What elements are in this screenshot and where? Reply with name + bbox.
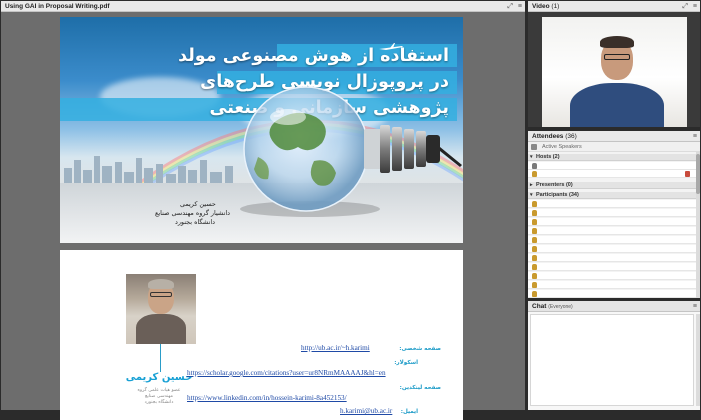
attendees-count: (36) xyxy=(565,133,577,140)
list-item[interactable] xyxy=(528,281,696,289)
participant-icon xyxy=(532,210,537,216)
attendees-pod-header: Attendees (36) ≡ xyxy=(528,131,700,142)
email-link[interactable]: h.karimi@ub.ac.ir xyxy=(340,407,392,415)
participant-icon xyxy=(532,201,537,207)
fullscreen-icon[interactable]: ⤢ xyxy=(682,2,688,11)
list-item[interactable] xyxy=(528,170,696,178)
chat-pod-header: Chat (Everyone) ≡ xyxy=(528,301,700,312)
author-info-slide: حسین کریمی عضو هیات علمی گروه مهندسی صنا… xyxy=(60,250,463,420)
list-item[interactable] xyxy=(528,245,696,253)
document-viewer[interactable]: استفاده از هوش مصنوعی مولد در پروپوزال ن… xyxy=(1,12,525,420)
video-count: (1) xyxy=(551,3,560,10)
share-pod-header: Using GAI in Proposal Writing.pdf ⤢ ≡ xyxy=(1,1,525,12)
profile-subtitle-line: دانشگاه بجنورد xyxy=(144,400,174,405)
fullscreen-icon[interactable]: ⤢ xyxy=(507,2,513,11)
list-item[interactable] xyxy=(528,200,696,208)
share-pod-title: Using GAI in Proposal Writing.pdf xyxy=(5,3,110,10)
email-label: ایمیل: xyxy=(400,409,418,415)
chat-messages-area[interactable] xyxy=(530,314,694,406)
host-icon xyxy=(532,171,537,177)
author-name: حسین کریمی xyxy=(180,200,216,208)
active-speakers-label: Active Speakers xyxy=(542,144,582,150)
profile-subtitle-line: عضو هیات علمی گروه xyxy=(137,388,181,393)
section-label: Participants (34) xyxy=(536,192,579,198)
profile-name: حسین کریمی xyxy=(125,372,193,383)
participant-icon xyxy=(532,237,537,243)
author-university: دانشگاه بجنورد xyxy=(175,218,216,226)
attendees-pod-title: Attendees xyxy=(532,133,564,140)
scholar-link[interactable]: https://scholar.google.com/citations?use… xyxy=(187,369,386,377)
scholar-label: اسکولار: xyxy=(394,360,418,366)
homepage-link[interactable]: http://ub.ac.ir/~h.karimi xyxy=(301,344,370,352)
list-item[interactable] xyxy=(528,254,696,262)
participant-icon xyxy=(532,255,537,261)
section-label: Hosts (2) xyxy=(536,154,560,160)
list-item[interactable] xyxy=(528,218,696,226)
menu-icon[interactable]: ≡ xyxy=(693,302,697,311)
profile-subtitle-line: مهندسی صنایع xyxy=(145,394,173,399)
speaker-icon xyxy=(531,144,537,150)
homepage-label: صفحه شخصی: xyxy=(399,346,441,352)
active-speakers-bar[interactable]: Active Speakers xyxy=(528,142,700,152)
chat-pod: Chat (Everyone) ≡ xyxy=(528,301,700,410)
section-label: Presenters (0) xyxy=(536,182,573,188)
list-item[interactable] xyxy=(528,290,696,298)
linkedin-label: صفحه لینکدین: xyxy=(399,385,441,391)
share-pod: Using GAI in Proposal Writing.pdf ⤢ ≡ اس… xyxy=(1,1,525,420)
attendees-pod: Attendees (36) ≡ Active Speakers ▾ Hosts… xyxy=(528,131,700,298)
globe-bulb-illustration xyxy=(240,86,462,217)
participant-icon xyxy=(532,264,537,270)
chat-audience[interactable]: (Everyone) xyxy=(548,304,572,310)
video-pod: Video (1) ⤢ ≡ xyxy=(528,1,700,127)
section-presenters[interactable]: ▸ Presenters (0) xyxy=(528,182,696,189)
list-item[interactable] xyxy=(528,236,696,244)
chat-scrollbar[interactable] xyxy=(696,314,700,406)
title-slide: استفاده از هوش مصنوعی مولد در پروپوزال ن… xyxy=(60,17,463,243)
author-photo xyxy=(126,274,196,344)
section-hosts[interactable]: ▾ Hosts (2) xyxy=(528,154,696,161)
expand-triangle-icon: ▾ xyxy=(530,192,533,198)
list-item[interactable] xyxy=(528,162,696,170)
collapse-triangle-icon: ▸ xyxy=(530,182,533,188)
participant-icon xyxy=(532,282,537,288)
airplane-icon xyxy=(379,43,403,50)
microphone-icon xyxy=(685,171,690,177)
list-item[interactable] xyxy=(528,227,696,235)
menu-icon[interactable]: ≡ xyxy=(518,2,522,11)
section-participants[interactable]: ▾ Participants (34) xyxy=(528,192,696,199)
attendees-scrollbar[interactable] xyxy=(696,152,700,298)
host-icon xyxy=(532,163,537,169)
list-item[interactable] xyxy=(528,272,696,280)
chat-pod-title: Chat xyxy=(532,303,547,310)
participant-icon xyxy=(532,219,537,225)
list-item[interactable] xyxy=(528,263,696,271)
list-item[interactable] xyxy=(528,209,696,217)
linkedin-link[interactable]: https://www.linkedin.com/in/hossein-kari… xyxy=(187,394,347,402)
participant-icon xyxy=(532,291,537,297)
expand-triangle-icon: ▾ xyxy=(530,154,533,160)
participant-icon xyxy=(532,246,537,252)
slide-title-line-1: استفاده از هوش مصنوعی مولد xyxy=(178,46,449,66)
divider xyxy=(160,344,161,372)
video-pod-title: Video xyxy=(532,3,550,10)
participant-icon xyxy=(532,273,537,279)
menu-icon[interactable]: ≡ xyxy=(693,132,697,141)
video-pod-header: Video (1) ⤢ ≡ xyxy=(528,1,700,12)
webcam-video[interactable] xyxy=(542,17,687,127)
participant-icon xyxy=(532,228,537,234)
author-position: دانشیار گروه مهندسی صنایع xyxy=(155,209,230,217)
menu-icon[interactable]: ≡ xyxy=(693,2,697,11)
